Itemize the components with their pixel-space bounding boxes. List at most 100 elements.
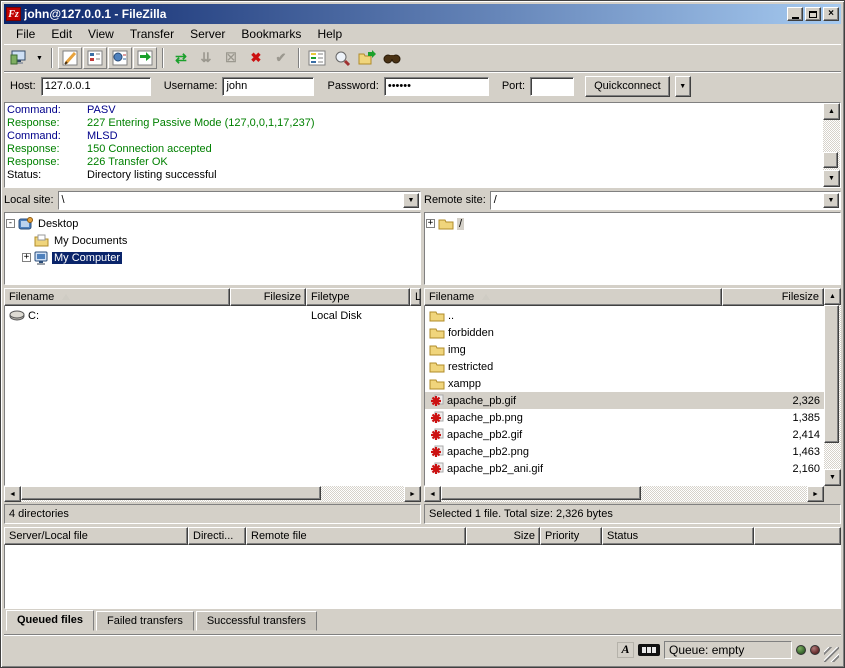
- file-type: Local Disk: [307, 310, 411, 322]
- scroll-thumb[interactable]: [21, 486, 321, 500]
- compare-directories-button[interactable]: [355, 47, 379, 69]
- tab-successful-transfers[interactable]: Successful transfers: [196, 611, 317, 631]
- remote-file-row[interactable]: ..: [425, 307, 824, 324]
- local-site-combobox[interactable]: \ ▼: [58, 191, 421, 210]
- collapse-icon[interactable]: -: [6, 219, 15, 228]
- column-header-last-modified[interactable]: L: [410, 288, 421, 306]
- scroll-up-icon[interactable]: ▲: [824, 288, 841, 305]
- tree-item-desktop[interactable]: - Desktop: [6, 215, 419, 232]
- username-input[interactable]: [222, 77, 314, 96]
- scroll-thumb[interactable]: [823, 152, 838, 168]
- scroll-up-icon[interactable]: ▲: [823, 103, 840, 120]
- column-header-size[interactable]: Size: [466, 527, 540, 545]
- log-line-label: Command:: [7, 130, 87, 143]
- tree-item-my-documents[interactable]: My Documents: [22, 232, 419, 249]
- minimize-button[interactable]: [787, 7, 803, 21]
- log-line-text: PASV: [87, 104, 116, 117]
- toggle-remote-tree-button[interactable]: [108, 47, 132, 69]
- toggle-message-log-button[interactable]: [58, 47, 82, 69]
- chevron-down-icon[interactable]: ▼: [823, 193, 839, 208]
- tree-item-my-computer[interactable]: + My Computer: [22, 249, 419, 266]
- remote-horizontal-scrollbar[interactable]: ◄ ►: [424, 486, 824, 502]
- scroll-left-icon[interactable]: ◄: [4, 486, 21, 502]
- quickconnect-button[interactable]: Quickconnect: [585, 76, 670, 97]
- remote-file-row[interactable]: restricted: [425, 358, 824, 375]
- chevron-down-icon[interactable]: ▼: [403, 193, 419, 208]
- remote-file-row[interactable]: apache_pb.gif2,326: [425, 392, 824, 409]
- column-header-remote-file[interactable]: Remote file: [246, 527, 466, 545]
- remote-file-row[interactable]: apache_pb.png1,385: [425, 409, 824, 426]
- file-name: C:: [28, 310, 39, 322]
- reconnect-button[interactable]: ✔: [269, 47, 293, 69]
- local-tree-icon: [86, 49, 104, 67]
- column-header-filename[interactable]: Filename: [4, 288, 230, 306]
- close-button[interactable]: ×: [823, 7, 839, 21]
- scroll-left-icon[interactable]: ◄: [424, 486, 441, 502]
- speed-limits-icon[interactable]: [638, 644, 660, 656]
- tab-queued-files[interactable]: Queued files: [6, 610, 94, 631]
- toggle-local-tree-button[interactable]: [83, 47, 107, 69]
- column-header-status[interactable]: Status: [602, 527, 754, 545]
- menu-transfer[interactable]: Transfer: [122, 25, 182, 43]
- local-file-row[interactable]: C: Local Disk: [5, 307, 420, 324]
- site-manager-dropdown-button[interactable]: ▼: [33, 47, 46, 69]
- column-header-filesize[interactable]: Filesize: [230, 288, 306, 306]
- tab-failed-transfers[interactable]: Failed transfers: [96, 611, 194, 631]
- tree-item-root[interactable]: + /: [426, 215, 839, 232]
- remote-file-row[interactable]: apache_pb2_ani.gif2,160: [425, 460, 824, 477]
- column-header-direction[interactable]: Directi...: [188, 527, 246, 545]
- remote-vertical-scrollbar[interactable]: ▲ ▼: [824, 288, 841, 486]
- column-header-server-local-file[interactable]: Server/Local file: [4, 527, 188, 545]
- log-line-text: MLSD: [87, 130, 118, 143]
- scroll-down-icon[interactable]: ▼: [823, 170, 840, 187]
- quickconnect-dropdown-button[interactable]: ▼: [675, 76, 691, 97]
- password-input[interactable]: [384, 77, 489, 96]
- log-scrollbar[interactable]: ▲ ▼: [823, 103, 840, 187]
- column-header-filesize[interactable]: Filesize: [722, 288, 824, 306]
- remote-file-row[interactable]: img: [425, 341, 824, 358]
- scroll-thumb[interactable]: [824, 305, 839, 443]
- column-header-filetype[interactable]: Filetype: [306, 288, 410, 306]
- process-queue-button[interactable]: ⇊: [194, 47, 218, 69]
- menu-edit[interactable]: Edit: [43, 25, 80, 43]
- resize-grip[interactable]: [824, 647, 839, 662]
- remote-site-combobox[interactable]: / ▼: [490, 191, 841, 210]
- site-manager-button[interactable]: [8, 47, 32, 69]
- menu-server[interactable]: Server: [182, 25, 233, 43]
- expand-icon[interactable]: +: [22, 253, 31, 262]
- remote-file-row[interactable]: apache_pb2.gif2,414: [425, 426, 824, 443]
- menu-file[interactable]: File: [8, 25, 43, 43]
- remote-file-row[interactable]: apache_pb2.png1,463: [425, 443, 824, 460]
- queue-body[interactable]: [4, 545, 841, 609]
- scroll-right-icon[interactable]: ►: [807, 486, 824, 502]
- app-icon[interactable]: Fz: [6, 7, 21, 21]
- menu-help[interactable]: Help: [309, 25, 350, 43]
- scroll-thumb[interactable]: [441, 486, 641, 500]
- column-header-priority[interactable]: Priority: [540, 527, 602, 545]
- remote-file-row[interactable]: xampp: [425, 375, 824, 392]
- menu-view[interactable]: View: [80, 25, 122, 43]
- ascii-transfer-type-icon[interactable]: A: [617, 642, 634, 658]
- process-queue-icon: ⇊: [201, 50, 212, 66]
- synchronized-browsing-button[interactable]: [380, 47, 404, 69]
- scroll-right-icon[interactable]: ►: [404, 486, 421, 502]
- folder-icon: [429, 309, 445, 322]
- host-input[interactable]: [41, 77, 151, 96]
- remote-file-row[interactable]: forbidden: [425, 324, 824, 341]
- refresh-button[interactable]: ⇄: [169, 47, 193, 69]
- column-header-filename[interactable]: Filename: [424, 288, 722, 306]
- cancel-operation-button[interactable]: ☒: [219, 47, 243, 69]
- scroll-down-icon[interactable]: ▼: [824, 469, 841, 486]
- titlebar[interactable]: Fz john@127.0.0.1 - FileZilla ×: [4, 4, 841, 24]
- toggle-transfer-queue-button[interactable]: [133, 47, 157, 69]
- message-log-icon: [61, 49, 79, 67]
- local-horizontal-scrollbar[interactable]: ◄ ►: [4, 486, 421, 502]
- filter-button[interactable]: [305, 47, 329, 69]
- file-search-button[interactable]: [330, 47, 354, 69]
- disconnect-button[interactable]: ✖: [244, 47, 268, 69]
- expand-icon[interactable]: +: [426, 219, 435, 228]
- my-documents-icon: [34, 234, 49, 247]
- maximize-button[interactable]: [805, 7, 821, 21]
- port-input[interactable]: [530, 77, 574, 96]
- menu-bookmarks[interactable]: Bookmarks: [233, 25, 309, 43]
